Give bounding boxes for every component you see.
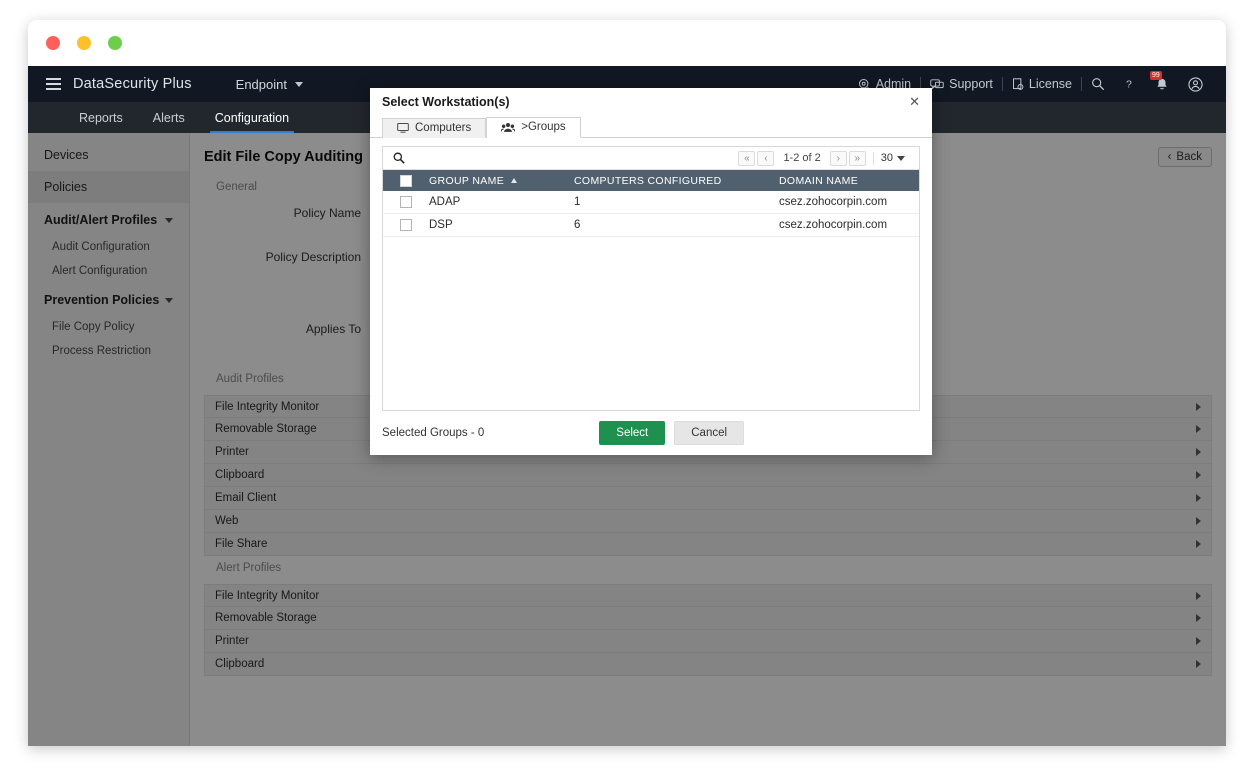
column-header-computers-configured[interactable]: COMPUTERS CONFIGURED — [574, 175, 779, 187]
hamburger-menu-icon[interactable] — [46, 78, 61, 90]
select-workstations-dialog: Select Workstation(s) ✕ Computers >Group… — [370, 88, 932, 455]
dialog-buttons: Select Cancel — [599, 421, 745, 445]
page-size-selector[interactable]: 30 — [881, 152, 909, 164]
column-header-domain-name-label: DOMAIN NAME — [779, 174, 859, 187]
cancel-button[interactable]: Cancel — [674, 421, 745, 445]
license-icon — [1012, 77, 1024, 91]
row-select-cell — [383, 219, 429, 231]
cell-computers-configured: 1 — [574, 196, 581, 208]
first-page-button[interactable]: « — [738, 150, 756, 166]
grid-rows: ADAP 1 csez.zohocorpin.com DSP 6 csez.zo… — [383, 191, 919, 410]
search-icon[interactable] — [1082, 77, 1114, 91]
tab-alerts-label: Alerts — [152, 110, 185, 125]
last-page-button[interactable]: » — [848, 150, 866, 166]
row-checkbox[interactable] — [400, 196, 412, 208]
dialog-body: « ‹ 1-2 of 2 › » 30 GROUP NAME COMPUTERS… — [370, 138, 932, 411]
divider — [872, 151, 874, 165]
user-avatar-icon[interactable] — [1179, 76, 1212, 92]
tab-reports[interactable]: Reports — [64, 102, 138, 133]
grid-toolbar: « ‹ 1-2 of 2 › » 30 — [383, 147, 919, 170]
svg-text:?: ? — [1126, 79, 1132, 91]
select-all-checkbox[interactable] — [400, 174, 412, 187]
window-titlebar — [28, 20, 1226, 66]
window-maximize-button[interactable] — [108, 36, 122, 50]
notification-badge: 99 — [1150, 70, 1162, 80]
chevron-down-icon — [897, 155, 905, 161]
tab-configuration[interactable]: Configuration — [200, 102, 304, 133]
group-users-icon — [501, 122, 516, 133]
tab-reports-label: Reports — [79, 110, 123, 125]
tab-groups[interactable]: >Groups — [486, 117, 581, 138]
notifications-button[interactable]: 99 — [1145, 70, 1179, 92]
help-question-icon[interactable]: ? — [1114, 77, 1145, 91]
support-chat-icon — [930, 78, 944, 91]
cell-group-name: DSP — [429, 219, 453, 231]
dialog-title: Select Workstation(s) — [382, 94, 510, 109]
cell-domain-name: csez.zohocorpin.com — [779, 219, 888, 231]
tab-alerts[interactable]: Alerts — [138, 102, 200, 133]
pagination-range-label: 1-2 of 2 — [783, 152, 821, 164]
select-all-cell — [383, 174, 429, 187]
support-label: Support — [949, 77, 993, 91]
search-field-wrapper — [387, 152, 739, 164]
window-minimize-button[interactable] — [77, 36, 91, 50]
support-link[interactable]: Support — [921, 77, 1002, 91]
chevron-down-icon — [294, 81, 303, 87]
grid-header-row: GROUP NAME COMPUTERS CONFIGURED DOMAIN N… — [383, 170, 919, 191]
selected-groups-count: Selected Groups - 0 — [382, 427, 485, 439]
window-close-button[interactable] — [46, 36, 60, 50]
product-selector-label: Endpoint — [235, 76, 287, 92]
tab-groups-label: >Groups — [521, 121, 566, 133]
sort-ascending-icon — [511, 178, 518, 183]
cell-computers-configured: 6 — [574, 219, 581, 231]
license-link[interactable]: License — [1003, 77, 1081, 91]
brand-title: DataSecurity Plus — [73, 76, 192, 92]
cell-domain-name: csez.zohocorpin.com — [779, 196, 888, 208]
column-header-computers-configured-label: COMPUTERS CONFIGURED — [574, 174, 722, 187]
select-button[interactable]: Select — [599, 421, 666, 445]
search-input[interactable] — [411, 152, 739, 164]
monitor-icon — [397, 123, 409, 133]
browser-window: DataSecurity Plus Endpoint Admin Support — [28, 20, 1226, 746]
table-row[interactable]: DSP 6 csez.zohocorpin.com — [383, 214, 919, 237]
license-label: License — [1028, 77, 1072, 91]
dialog-header: Select Workstation(s) ✕ — [370, 88, 932, 115]
next-page-button[interactable]: › — [829, 150, 847, 166]
product-selector[interactable]: Endpoint — [236, 77, 303, 92]
column-header-group-name[interactable]: GROUP NAME — [429, 175, 574, 187]
tab-computers[interactable]: Computers — [382, 118, 487, 138]
prev-page-button[interactable]: ‹ — [757, 150, 775, 166]
cell-group-name: ADAP — [429, 196, 461, 208]
tab-computers-label: Computers — [415, 122, 472, 134]
close-icon[interactable]: ✕ — [909, 95, 920, 108]
row-select-cell — [383, 196, 429, 208]
column-header-group-name-label: GROUP NAME — [429, 174, 505, 187]
pagination-controls: « ‹ 1-2 of 2 › » 30 — [738, 150, 915, 166]
tab-configuration-label: Configuration — [214, 110, 290, 125]
groups-grid: « ‹ 1-2 of 2 › » 30 GROUP NAME COMPUTERS… — [382, 146, 920, 411]
table-row[interactable]: ADAP 1 csez.zohocorpin.com — [383, 191, 919, 214]
row-checkbox[interactable] — [400, 219, 412, 231]
search-icon — [393, 152, 405, 164]
dialog-footer: Selected Groups - 0 Select Cancel — [370, 411, 932, 455]
page-size-label: 30 — [880, 152, 893, 164]
column-header-domain-name[interactable]: DOMAIN NAME — [779, 175, 919, 187]
dialog-tabs: Computers >Groups — [370, 115, 932, 138]
